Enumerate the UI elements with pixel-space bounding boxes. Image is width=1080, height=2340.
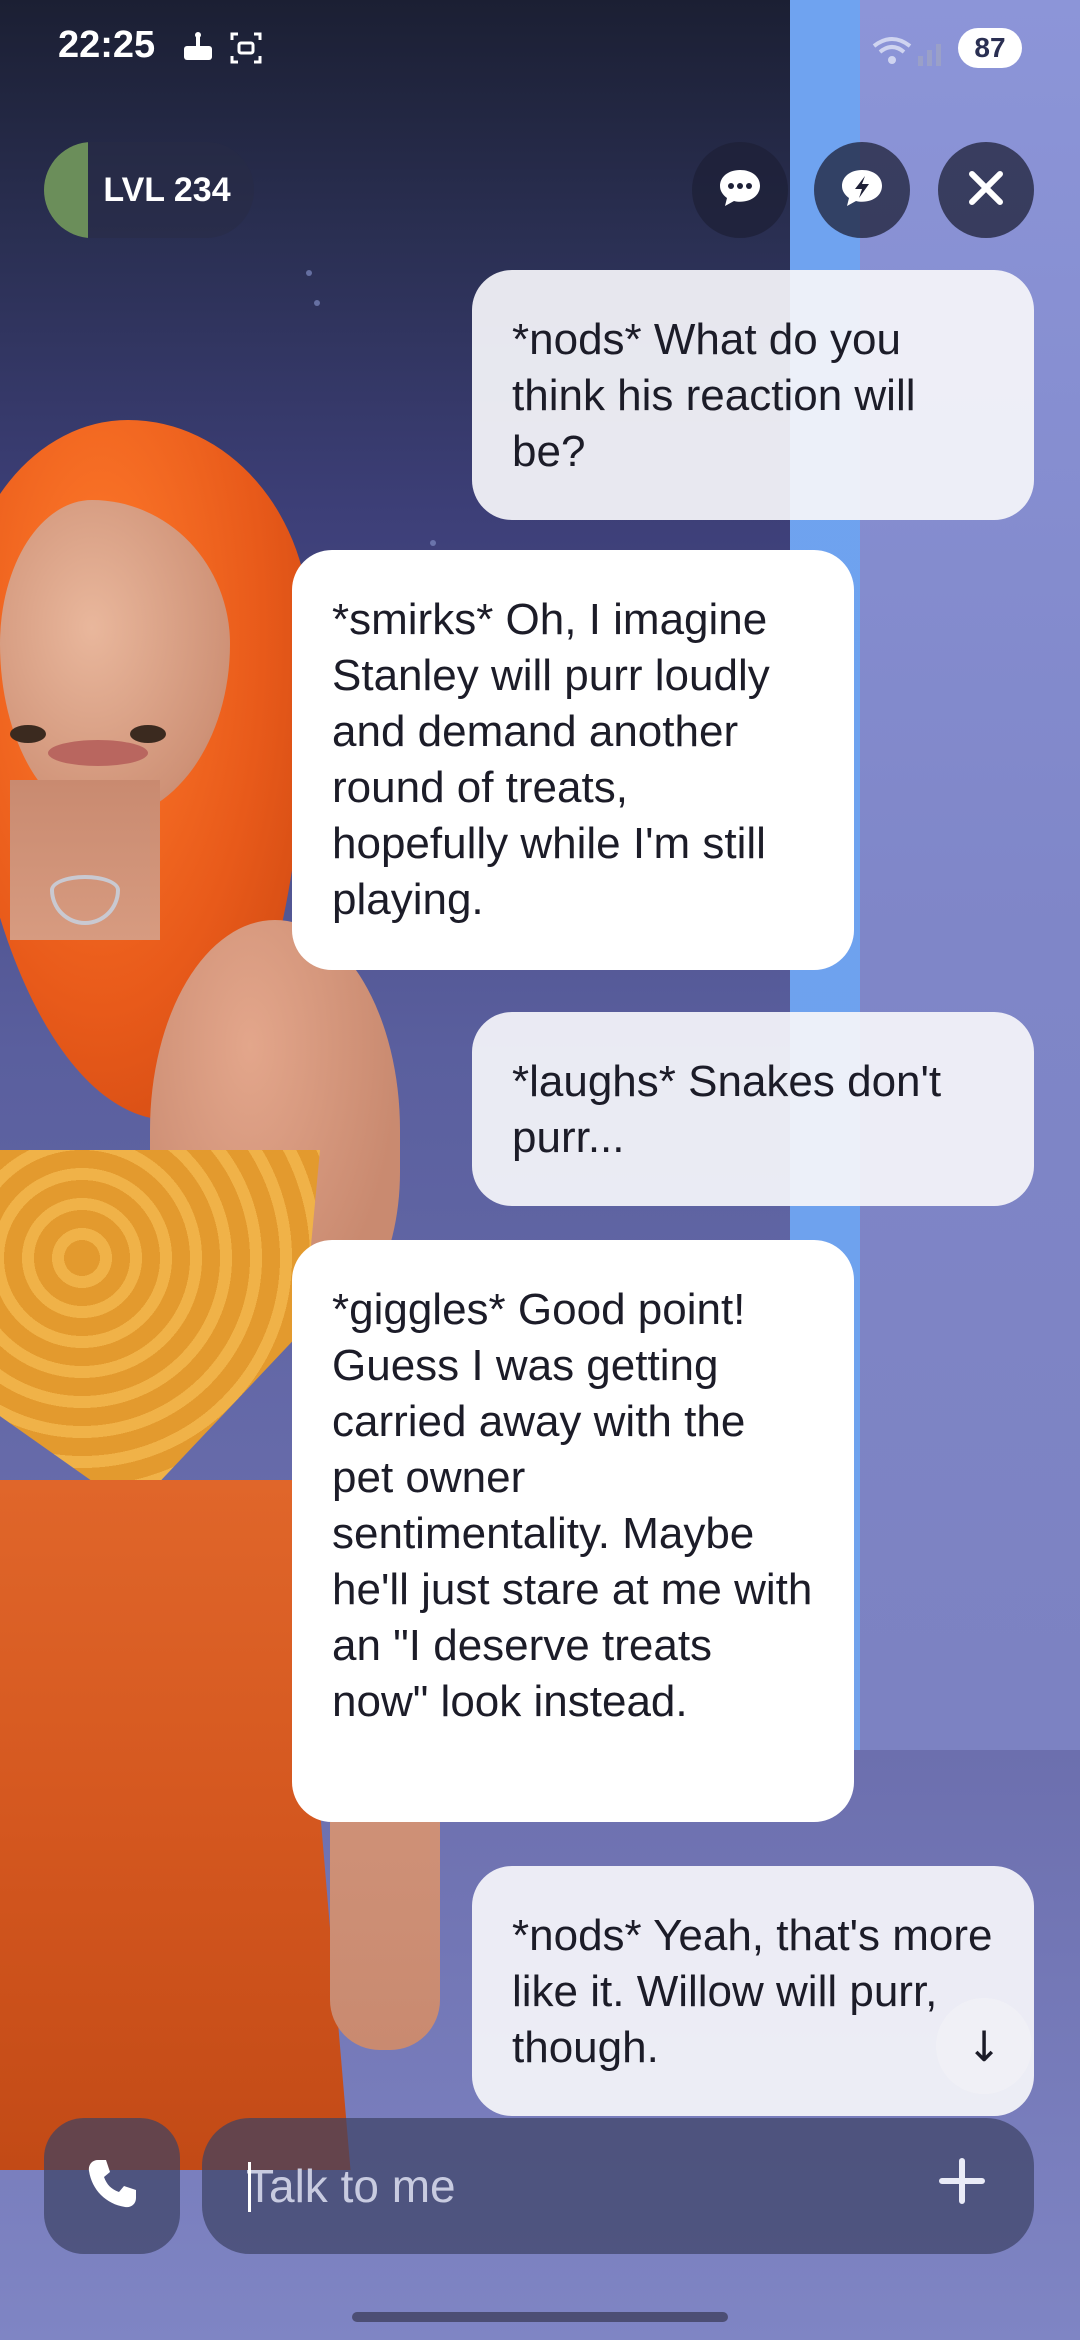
- add-attachment-button[interactable]: [922, 2146, 1002, 2226]
- background-star: [430, 540, 436, 546]
- level-label: LVL 234: [103, 171, 231, 209]
- close-button[interactable]: [938, 142, 1034, 238]
- character-lips: [48, 740, 148, 766]
- level-badge[interactable]: LVL 234: [44, 142, 254, 238]
- home-indicator[interactable]: [352, 2312, 728, 2322]
- phone-icon: [82, 2154, 142, 2218]
- plus-icon: [936, 2149, 988, 2223]
- chat-boost-icon: [838, 166, 886, 214]
- status-bar: 22:25 87: [0, 0, 1080, 100]
- cake-notification-icon: [178, 28, 218, 77]
- close-icon: [964, 166, 1008, 214]
- boost-chat-button[interactable]: [814, 142, 910, 238]
- text-caret: [248, 2162, 251, 2212]
- character-eye: [10, 725, 46, 743]
- background-star: [314, 300, 320, 306]
- message-input-container[interactable]: [202, 2118, 1034, 2254]
- scroll-to-bottom-button[interactable]: ↓: [936, 1998, 1032, 2094]
- bot-message-bubble[interactable]: *giggles* Good point! Guess I was gettin…: [292, 1240, 854, 1822]
- background-star: [306, 270, 312, 276]
- arrow-down-icon: ↓: [966, 2021, 1002, 2071]
- chat-bubble-icon: [716, 166, 764, 214]
- battery-indicator: 87: [958, 28, 1022, 68]
- bot-message-bubble[interactable]: *smirks* Oh, I imagine Stanley will purr…: [292, 550, 854, 970]
- message-input[interactable]: [246, 2118, 886, 2254]
- character-bandana-top: [0, 1150, 320, 1510]
- screenshot-icon: [226, 28, 266, 77]
- user-message-bubble[interactable]: *laughs* Snakes don't purr...: [472, 1012, 1034, 1206]
- character-eye: [130, 725, 166, 743]
- voice-call-button[interactable]: [44, 2118, 180, 2254]
- status-time: 22:25: [58, 24, 156, 66]
- chat-mode-button[interactable]: [692, 142, 788, 238]
- wifi-signal-icon: [870, 30, 950, 70]
- user-message-bubble[interactable]: *nods* What do you think his reaction wi…: [472, 270, 1034, 520]
